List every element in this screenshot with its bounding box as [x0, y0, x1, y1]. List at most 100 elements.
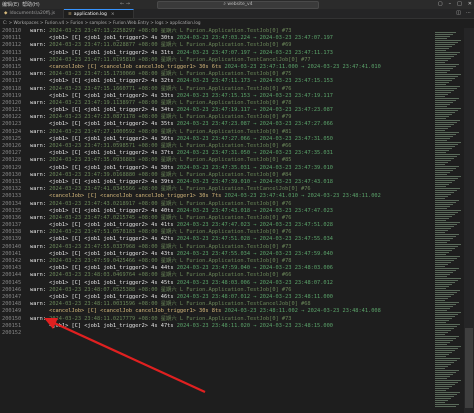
tab-close-icon[interactable]: × [111, 12, 115, 17]
line-text: warn: 2024-03-23 23:47:11.0228877 +08:00… [30, 42, 291, 49]
minimap-line [435, 334, 445, 335]
line-number: 200136 [2, 214, 22, 221]
minimap-line [435, 160, 451, 161]
line-number: 200132 [2, 186, 22, 193]
log-line: 200135 <job1> [C] <job1 job1_trigger2> 4… [0, 208, 433, 215]
line-segment: 2024-03-23 23:47:55.0337968 +08:00 星期六 L… [49, 243, 292, 250]
breadcrumb[interactable]: C: > Workspaces > Furion.v4 > Furion > s… [0, 19, 474, 27]
minimap-line [435, 370, 459, 371]
line-text: <job1> [C] <job1 job1_trigger2> 4s 42ts … [30, 236, 333, 243]
line-segment: <job1> [C] <job1 job1_trigger2> 4s 46ts [30, 293, 177, 300]
line-segment: 2024-03-23 23:47:11.0228877 +08:00 星期六 L… [49, 42, 292, 49]
line-text: warn: 2024-03-23 23:47:43.0218917 +08:00… [30, 201, 291, 208]
minimap-line [435, 202, 456, 203]
menu-edit[interactable]: 编辑(E) [2, 1, 19, 8]
line-number: 200134 [2, 200, 22, 207]
close-icon[interactable]: ✕ [468, 1, 472, 7]
minimap-line [435, 260, 454, 261]
minimap-line [435, 294, 454, 295]
minimap-line [435, 236, 456, 237]
minimap-line [435, 290, 460, 291]
vertical-scrollbar[interactable] [464, 28, 474, 413]
line-text: <job1> [C] <job1 job1_trigger2> 4s 38ts … [30, 165, 333, 172]
minimap-line [435, 264, 448, 265]
log-line: 200125 <job1> [C] <job1 job1_trigger2> 4… [0, 136, 433, 143]
split-editor-icon[interactable]: ◫ [456, 10, 461, 16]
line-number: 200138 [2, 229, 22, 236]
forward-arrow-icon[interactable]: → [126, 1, 130, 7]
line-text: warn: 2024-03-23 23:47:15.1660771 +08:00… [30, 86, 291, 93]
log-line: 200123 <job1> [C] <job1 job1_trigger2> 4… [0, 121, 433, 128]
log-line: 200129 <job1> [C] <job1 job1_trigger2> 4… [0, 165, 433, 172]
line-segment: warn: [30, 171, 50, 178]
minimap-line [435, 142, 461, 143]
minimap-line [435, 88, 457, 89]
log-line: 200126 warn: 2024-03-23 23:47:31.0598571 … [0, 143, 433, 150]
line-number: 200149 [2, 308, 22, 315]
back-arrow-icon[interactable]: ← [120, 1, 124, 7]
line-number: 200110 [2, 28, 22, 34]
minimap-line [435, 248, 455, 249]
line-number: 200128 [2, 157, 22, 164]
minimap-line [435, 384, 455, 385]
more-actions-icon[interactable]: ⋯ [466, 10, 471, 16]
line-text: warn: 2024-03-23 23:47:23.0871178 +08:00… [30, 114, 291, 121]
log-line: 200113 <job1> [C] <job1 job1_trigger2> 4… [0, 50, 433, 57]
command-center-search[interactable]: ⌕ website_v4 [157, 1, 319, 9]
line-number: 200145 [2, 279, 22, 286]
line-number: 200147 [2, 293, 22, 300]
tab-application-log[interactable]: ≡ application.log × [64, 9, 134, 18]
maximize-icon[interactable]: □ [457, 1, 462, 7]
log-line: 200122 warn: 2024-03-23 23:47:23.0871178 … [0, 114, 433, 121]
minimap[interactable] [433, 28, 464, 413]
line-text: warn: 2024-03-23 23:47:13.2258297 +08:00… [30, 28, 291, 35]
line-number: 200121 [2, 107, 22, 114]
minimap-line [435, 304, 456, 305]
minimap-line [435, 396, 454, 397]
line-text: <cancelJob> [C] <cancelJob cancelJob_tri… [30, 308, 381, 315]
minimap-line [435, 56, 454, 57]
line-segment: <job1> [C] <job1 job1_trigger2> 4s 30ts [30, 35, 177, 42]
minimap-line [435, 146, 455, 147]
tab-documents[interactable]: ◆ ldocuments\a20ffj.js [0, 9, 64, 18]
minimap-line [435, 284, 452, 285]
minimize-icon[interactable]: – [449, 1, 452, 7]
minimap-line [435, 150, 449, 151]
minimap-line [435, 52, 460, 53]
line-segment: 2024-03-23 23:48:11.0217779 +08:00 星期六 L… [49, 315, 292, 322]
layout-icon[interactable]: ▢ [438, 1, 443, 7]
minimap-line [435, 372, 456, 373]
scrollbar-thumb[interactable] [465, 328, 473, 408]
line-text: warn: 2024-03-23 23:48:07.0525388 +08:00… [30, 287, 291, 294]
minimap-line [435, 388, 449, 389]
minimap-line [435, 84, 446, 85]
line-segment: <job1> [C] <job1 job1_trigger2> 4s 36ts [30, 135, 177, 142]
minimap-line [435, 188, 460, 189]
menu-help[interactable]: 帮助(H) [22, 1, 40, 8]
editor-content[interactable]: 200110 warn: 2024-03-23 23:47:13.2258297 … [0, 28, 433, 413]
minimap-line [435, 342, 450, 343]
line-segment: <job1> [C] <job1 job1_trigger2> 4s 31ts [30, 49, 177, 56]
minimap-line [435, 194, 451, 195]
line-number: 200111 [2, 35, 22, 42]
line-text: warn: 2024-03-23 23:47:59.0425466 +08:00… [30, 258, 291, 265]
line-segment: warn: [30, 56, 50, 63]
line-text: <cancelJob> [C] <cancelJob cancelJob_tri… [30, 193, 381, 200]
minimap-line [435, 298, 448, 299]
minimap-line [435, 244, 461, 245]
line-segment: warn: [30, 286, 50, 293]
minimap-line [435, 68, 453, 69]
minimap-line [435, 318, 452, 319]
minimap-line [435, 186, 446, 187]
line-segment: 2024-03-23 23:47:43.018 → 2024-03-23 23:… [176, 207, 333, 214]
line-segment: 2024-03-23 23:47:59.040 → 2024-03-23 23:… [176, 265, 333, 272]
minimap-line [435, 128, 448, 129]
log-line: 200116 warn: 2024-03-23 23:47:15.1730060 … [0, 71, 433, 78]
line-text: warn: 2024-03-23 23:47:51.0578183 +08:00… [30, 229, 291, 236]
line-segment: warn: [30, 28, 50, 34]
minimap-line [435, 136, 453, 137]
line-number: 200120 [2, 99, 22, 106]
line-segment: <job1> [C] <job1 job1_trigger2> 4s 45ts [30, 279, 177, 286]
minimap-line [435, 50, 446, 51]
minimap-line [435, 348, 458, 349]
